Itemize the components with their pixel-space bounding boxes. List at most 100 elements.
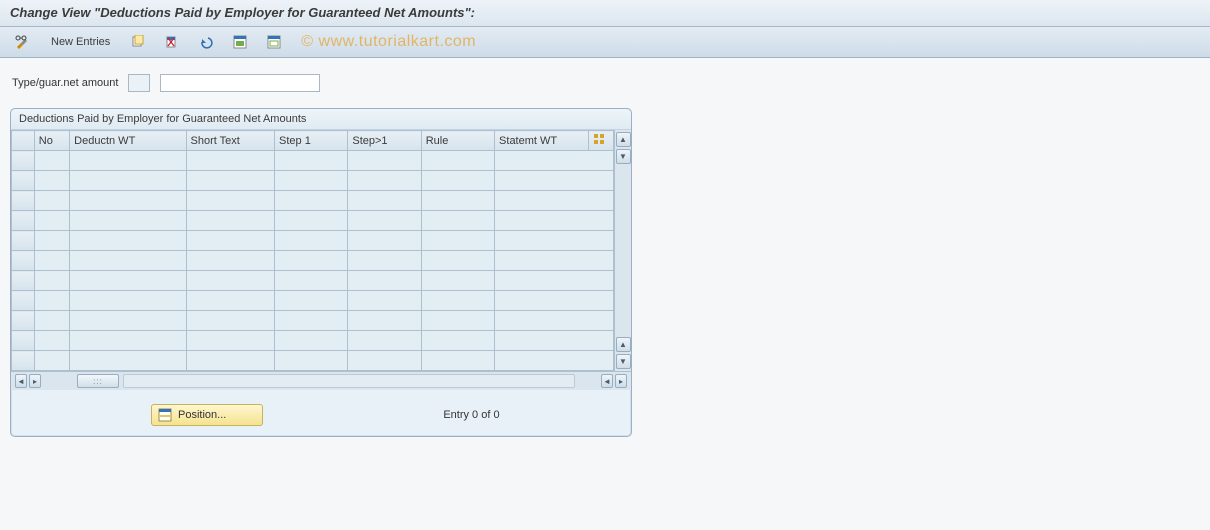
cell-short-text[interactable] xyxy=(186,271,275,291)
table-row[interactable] xyxy=(12,231,614,251)
cell-stepg1[interactable] xyxy=(348,331,421,351)
row-selector[interactable] xyxy=(12,171,35,191)
scroll-down-icon[interactable]: ▼ xyxy=(616,354,631,369)
row-selector[interactable] xyxy=(12,211,35,231)
new-entries-button[interactable]: New Entries xyxy=(42,31,119,53)
cell-deductn-wt[interactable] xyxy=(70,291,186,311)
vertical-scrollbar[interactable]: ▲ ▼ ▲ ▼ xyxy=(614,130,631,371)
col-statemt-wt-header[interactable]: Statemt WT xyxy=(495,131,589,151)
scroll-up-icon[interactable]: ▲ xyxy=(616,132,631,147)
cell-deductn-wt[interactable] xyxy=(70,271,186,291)
table-config-button[interactable] xyxy=(588,131,613,151)
col-rule-header[interactable]: Rule xyxy=(421,131,494,151)
row-selector[interactable] xyxy=(12,331,35,351)
toggle-change-button[interactable] xyxy=(8,31,38,53)
cell-short-text[interactable] xyxy=(186,151,275,171)
cell-no[interactable] xyxy=(34,331,69,351)
undo-button[interactable] xyxy=(191,31,221,53)
cell-short-text[interactable] xyxy=(186,311,275,331)
cell-rule[interactable] xyxy=(421,211,494,231)
cell-no[interactable] xyxy=(34,311,69,331)
cell-deductn-wt[interactable] xyxy=(70,331,186,351)
row-selector[interactable] xyxy=(12,191,35,211)
cell-short-text[interactable] xyxy=(186,231,275,251)
cell-short-text[interactable] xyxy=(186,291,275,311)
scroll-down-step-icon[interactable]: ▼ xyxy=(616,149,631,164)
cell-statemt-wt[interactable] xyxy=(495,151,614,171)
cell-stepg1[interactable] xyxy=(348,171,421,191)
cell-step1[interactable] xyxy=(275,311,348,331)
hscroll-right-icon[interactable]: ◄ xyxy=(601,374,613,388)
cell-rule[interactable] xyxy=(421,151,494,171)
cell-step1[interactable] xyxy=(275,331,348,351)
horizontal-scrollbar[interactable]: ◄ ▸ ::: ◄ ▸ xyxy=(11,371,631,390)
deselect-all-button[interactable] xyxy=(259,31,289,53)
cell-rule[interactable] xyxy=(421,231,494,251)
cell-no[interactable] xyxy=(34,231,69,251)
cell-statemt-wt[interactable] xyxy=(495,311,614,331)
cell-short-text[interactable] xyxy=(186,351,275,371)
cell-step1[interactable] xyxy=(275,271,348,291)
cell-deductn-wt[interactable] xyxy=(70,251,186,271)
cell-stepg1[interactable] xyxy=(348,151,421,171)
row-selector[interactable] xyxy=(12,351,35,371)
row-selector[interactable] xyxy=(12,291,35,311)
hscroll-left-icon[interactable]: ▸ xyxy=(29,374,41,388)
cell-rule[interactable] xyxy=(421,191,494,211)
row-selector[interactable] xyxy=(12,271,35,291)
table-row[interactable] xyxy=(12,311,614,331)
cell-short-text[interactable] xyxy=(186,191,275,211)
cell-deductn-wt[interactable] xyxy=(70,311,186,331)
cell-stepg1[interactable] xyxy=(348,251,421,271)
cell-short-text[interactable] xyxy=(186,171,275,191)
row-selector[interactable] xyxy=(12,231,35,251)
cell-statemt-wt[interactable] xyxy=(495,211,614,231)
table-row[interactable] xyxy=(12,251,614,271)
cell-statemt-wt[interactable] xyxy=(495,331,614,351)
select-all-button[interactable] xyxy=(225,31,255,53)
cell-step1[interactable] xyxy=(275,351,348,371)
col-stepg1-header[interactable]: Step>1 xyxy=(348,131,421,151)
hscroll-thumb[interactable]: ::: xyxy=(77,374,119,388)
cell-rule[interactable] xyxy=(421,271,494,291)
table-row[interactable] xyxy=(12,331,614,351)
cell-rule[interactable] xyxy=(421,171,494,191)
cell-rule[interactable] xyxy=(421,351,494,371)
cell-statemt-wt[interactable] xyxy=(495,291,614,311)
cell-rule[interactable] xyxy=(421,311,494,331)
cell-statemt-wt[interactable] xyxy=(495,351,614,371)
cell-rule[interactable] xyxy=(421,331,494,351)
cell-step1[interactable] xyxy=(275,231,348,251)
row-selector[interactable] xyxy=(12,151,35,171)
table-row[interactable] xyxy=(12,151,614,171)
cell-deductn-wt[interactable] xyxy=(70,171,186,191)
hscroll-first-icon[interactable]: ◄ xyxy=(15,374,27,388)
row-selector[interactable] xyxy=(12,251,35,271)
cell-no[interactable] xyxy=(34,211,69,231)
cell-no[interactable] xyxy=(34,171,69,191)
cell-statemt-wt[interactable] xyxy=(495,191,614,211)
table-row[interactable] xyxy=(12,271,614,291)
type-guar-net-desc-input[interactable] xyxy=(160,74,320,92)
cell-deductn-wt[interactable] xyxy=(70,231,186,251)
table-row[interactable] xyxy=(12,171,614,191)
cell-step1[interactable] xyxy=(275,251,348,271)
col-short-text-header[interactable]: Short Text xyxy=(186,131,275,151)
row-selector[interactable] xyxy=(12,311,35,331)
hscroll-last-icon[interactable]: ▸ xyxy=(615,374,627,388)
cell-short-text[interactable] xyxy=(186,211,275,231)
col-step1-header[interactable]: Step 1 xyxy=(275,131,348,151)
cell-stepg1[interactable] xyxy=(348,231,421,251)
cell-statemt-wt[interactable] xyxy=(495,171,614,191)
col-deductn-wt-header[interactable]: Deductn WT xyxy=(70,131,186,151)
cell-rule[interactable] xyxy=(421,251,494,271)
cell-step1[interactable] xyxy=(275,151,348,171)
cell-stepg1[interactable] xyxy=(348,351,421,371)
cell-statemt-wt[interactable] xyxy=(495,251,614,271)
cell-no[interactable] xyxy=(34,291,69,311)
scroll-up-page-icon[interactable]: ▲ xyxy=(616,337,631,352)
cell-no[interactable] xyxy=(34,351,69,371)
cell-short-text[interactable] xyxy=(186,251,275,271)
table-row[interactable] xyxy=(12,211,614,231)
cell-short-text[interactable] xyxy=(186,331,275,351)
